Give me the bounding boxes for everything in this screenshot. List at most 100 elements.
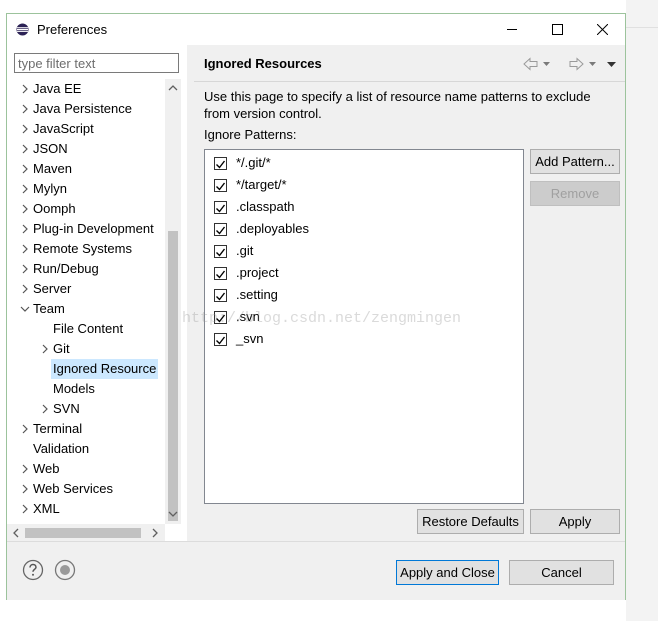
tree-item[interactable]: JavaScript: [19, 119, 165, 139]
back-dropdown-icon: [543, 62, 550, 66]
tree-item[interactable]: JSON: [19, 139, 165, 159]
remove-button[interactable]: Remove: [530, 181, 620, 206]
tree-item-label: JavaScript: [33, 121, 94, 136]
pattern-checkbox[interactable]: [214, 333, 227, 346]
tree-item-label: Maven: [33, 161, 73, 176]
close-button[interactable]: [580, 14, 625, 45]
forward-arrow-icon: [569, 57, 584, 71]
tree-item-label: XML: [33, 501, 60, 516]
tree-item-label: Plug-in Development: [33, 221, 154, 236]
tree-item-label: JSON: [33, 141, 68, 156]
restore-defaults-button[interactable]: Restore Defaults: [417, 509, 524, 534]
preference-tree: Java EE Java Persistence JavaScript JSON Mav…: [7, 79, 165, 524]
import-export-icon[interactable]: [54, 559, 76, 581]
tree-item-label: Validation: [33, 441, 90, 456]
chevron-right-icon[interactable]: [19, 83, 31, 95]
minimize-icon: [507, 29, 517, 30]
tree-item[interactable]: Remote Systems: [19, 239, 165, 259]
pattern-text: .git: [236, 243, 254, 258]
checkmark-icon: [216, 204, 226, 213]
chevron-right-icon[interactable]: [19, 463, 31, 475]
pattern-checkbox[interactable]: [214, 157, 227, 170]
chevron-right-icon[interactable]: [19, 243, 31, 255]
page-description: Use this page to specify a list of resou…: [204, 89, 591, 121]
chevron-right-icon[interactable]: [19, 163, 31, 175]
pattern-checkbox[interactable]: [214, 245, 227, 258]
pattern-checkbox[interactable]: [214, 289, 227, 302]
pattern-text: .setting: [236, 287, 278, 302]
pattern-text: .project: [236, 265, 279, 280]
chevron-right-icon[interactable]: [19, 263, 31, 275]
chevron-right-icon[interactable]: [19, 283, 31, 295]
tree-item[interactable]: Team: [19, 299, 165, 319]
add-pattern-button[interactable]: Add Pattern...: [530, 149, 620, 174]
chevron-down-icon[interactable]: [19, 303, 31, 315]
tree-horizontal-scrollbar[interactable]: [7, 524, 165, 541]
title-bar[interactable]: Preferences: [7, 14, 625, 45]
chevron-right-icon[interactable]: [19, 483, 31, 495]
tree-item[interactable]: Server: [19, 279, 165, 299]
pattern-checkbox[interactable]: [214, 311, 227, 324]
filter-input[interactable]: [14, 53, 179, 73]
checkmark-icon: [216, 160, 226, 169]
tree-item[interactable]: Validation: [19, 439, 165, 459]
tree-vertical-thumb[interactable]: [168, 231, 178, 521]
tree-item[interactable]: Run/Debug: [19, 259, 165, 279]
ignore-patterns-label: Ignore Patterns:: [204, 127, 297, 142]
page-navigation[interactable]: [522, 57, 622, 71]
pattern-checkbox[interactable]: [214, 267, 227, 280]
tree-item[interactable]: Java Persistence: [19, 99, 165, 119]
tree-item[interactable]: SVN: [39, 399, 165, 419]
checkmark-icon: [216, 248, 226, 257]
chevron-right-icon[interactable]: [19, 423, 31, 435]
tree-item[interactable]: Git: [39, 339, 165, 359]
window-title: Preferences: [37, 22, 108, 37]
chevron-right-icon[interactable]: [39, 403, 51, 415]
tree-item-label: Java Persistence: [33, 101, 132, 116]
apply-button[interactable]: Apply: [530, 509, 620, 534]
pattern-text: _svn: [236, 331, 264, 346]
scroll-left-icon: [13, 528, 19, 538]
tree-item[interactable]: XML: [19, 499, 165, 519]
tree-item-label: Web Services: [33, 481, 113, 496]
chevron-right-icon[interactable]: [19, 223, 31, 235]
tree-item[interactable]: Terminal: [19, 419, 165, 439]
preferences-window: Preferences Java EE Java Persistence JavaS…: [6, 13, 626, 600]
minimize-button[interactable]: [490, 14, 535, 45]
tree-item[interactable]: Web: [19, 459, 165, 479]
tree-item[interactable]: Models: [39, 379, 165, 399]
pattern-text: */target/*: [236, 177, 287, 192]
title-separator: [194, 81, 625, 82]
tree-item[interactable]: Maven: [19, 159, 165, 179]
tree-item[interactable]: Mylyn: [19, 179, 165, 199]
chevron-right-icon[interactable]: [19, 183, 31, 195]
chevron-right-icon[interactable]: [19, 503, 31, 515]
chevron-right-icon[interactable]: [39, 343, 51, 355]
tree-horizontal-thumb[interactable]: [25, 528, 141, 538]
tree-item[interactable]: Oomph: [19, 199, 165, 219]
tree-item[interactable]: Plug-in Development: [19, 219, 165, 239]
tree-item[interactable]: Ignored Resource: [39, 359, 165, 379]
pattern-checkbox[interactable]: [214, 179, 227, 192]
cancel-button[interactable]: Cancel: [509, 560, 614, 585]
tree-vertical-scrollbar[interactable]: [165, 79, 181, 524]
chevron-right-icon[interactable]: [19, 143, 31, 155]
maximize-button[interactable]: [535, 14, 580, 45]
tree-item[interactable]: Web Services: [19, 479, 165, 499]
pattern-checkbox[interactable]: [214, 201, 227, 214]
chevron-right-icon[interactable]: [19, 123, 31, 135]
help-icon[interactable]: [22, 559, 44, 581]
tree-item-label: Oomph: [33, 201, 76, 216]
pattern-text: .svn: [236, 309, 260, 324]
apply-and-close-button[interactable]: Apply and Close: [396, 560, 499, 585]
ignore-patterns-list[interactable]: */.git/* */target/* .classpath .deployables…: [204, 149, 524, 504]
pattern-checkbox[interactable]: [214, 223, 227, 236]
eclipse-icon: [16, 23, 29, 36]
background-divider: [626, 27, 658, 28]
pattern-text: */.git/*: [236, 155, 271, 170]
tree-item-label: Java EE: [33, 81, 82, 96]
chevron-right-icon[interactable]: [19, 103, 31, 115]
tree-item[interactable]: File Content: [39, 319, 165, 339]
tree-item[interactable]: Java EE: [19, 79, 165, 99]
chevron-right-icon[interactable]: [19, 203, 31, 215]
